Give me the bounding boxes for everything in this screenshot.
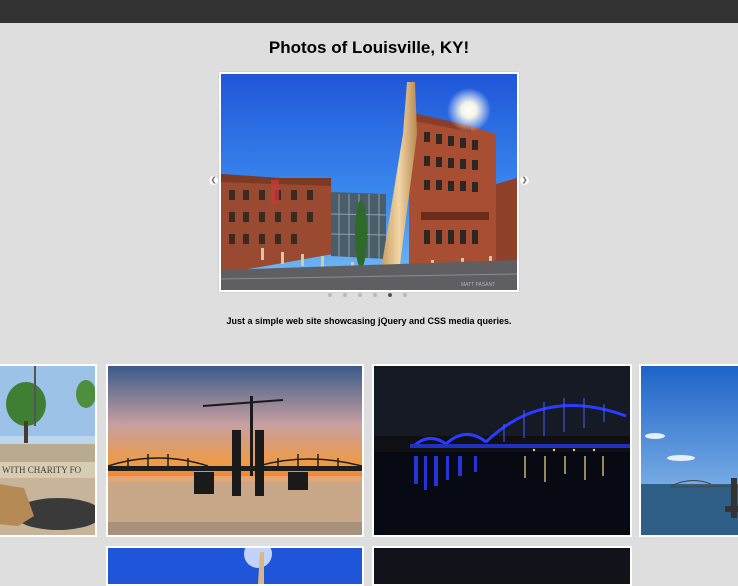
gallery-thumbnail[interactable] xyxy=(372,364,632,537)
chevron-left-icon: ❮ xyxy=(210,177,217,184)
slider-pagination xyxy=(328,293,407,299)
thumbnail-image xyxy=(108,548,362,584)
chevron-right-icon: ❯ xyxy=(521,177,528,184)
page-title: Photos of Louisville, KY! xyxy=(268,38,470,57)
hero-slider[interactable]: MATT PASANT xyxy=(219,72,519,292)
slider-dot[interactable] xyxy=(328,293,332,297)
slider-next-button[interactable]: ❯ xyxy=(520,176,529,185)
thumbnail-image xyxy=(374,548,630,584)
gallery-thumbnail[interactable] xyxy=(106,364,364,537)
page-tagline: Just a simple web site showcasing jQuery… xyxy=(226,316,512,326)
gallery-thumbnail[interactable] xyxy=(106,546,364,586)
gallery-thumbnail[interactable]: WITH CHARITY FO xyxy=(0,364,97,537)
gallery-thumbnail[interactable] xyxy=(372,546,632,586)
slider-dot[interactable] xyxy=(358,293,362,297)
slider-dot[interactable] xyxy=(343,293,347,297)
slider-watermark: MATT PASANT xyxy=(461,282,495,288)
slider-dot-active[interactable] xyxy=(388,293,392,297)
thumbnail-sign-text: WITH CHARITY FO xyxy=(2,465,82,475)
slider-dot[interactable] xyxy=(373,293,377,297)
thumbnail-image xyxy=(641,366,738,535)
slider-dot[interactable] xyxy=(403,293,407,297)
thumbnail-image xyxy=(374,366,630,535)
gallery-thumbnail[interactable] xyxy=(639,364,738,537)
slider-image: MATT PASANT xyxy=(221,74,517,290)
thumbnail-image: WITH CHARITY FO xyxy=(0,366,95,535)
top-bar xyxy=(0,0,738,23)
slider-prev-button[interactable]: ❮ xyxy=(209,176,218,185)
thumbnail-image xyxy=(108,366,362,535)
